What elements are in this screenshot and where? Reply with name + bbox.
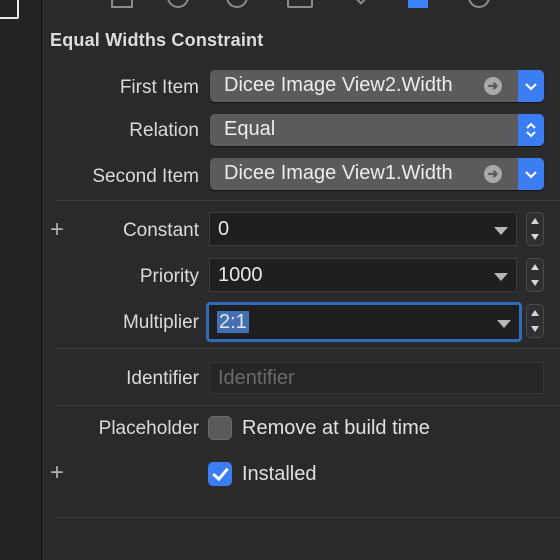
editor-gutter [0,0,42,560]
priority-value: 1000 [218,264,263,286]
window-corner [0,0,19,19]
priority-label: Priority [139,266,199,287]
dropdown-caret-icon[interactable] [494,227,508,235]
chevron-down-icon[interactable] [518,158,544,190]
constant-value: 0 [218,218,230,240]
relation-label: Relation [129,120,199,141]
dropdown-caret-icon[interactable] [497,320,511,328]
priority-combobox[interactable]: 1000 [209,258,517,292]
divider [56,348,560,349]
size-inspector-icon[interactable] [408,0,428,8]
constant-label: Constant [122,220,199,241]
inspector-toolbar [42,0,560,14]
identifier-label: Identifier [126,368,199,389]
relation-popup[interactable]: Equal [210,114,544,146]
size-inspector-panel: Equal Widths Constraint First Item Dicee… [42,0,560,560]
identifier-input[interactable] [210,363,543,393]
first-item-popup[interactable]: Dicee Image View2.Width ➜ [210,70,544,102]
remove-at-build-checkbox[interactable] [208,416,232,440]
file-icon[interactable] [111,0,133,8]
identifier-field-wrap [209,362,544,394]
installed-label[interactable]: Installed [242,463,317,486]
multiplier-combobox[interactable]: 2:1 [206,302,522,342]
priority-stepper[interactable] [526,258,544,292]
add-variation-icon[interactable]: + [50,218,64,242]
multiplier-stepper[interactable] [526,304,544,338]
go-to-arrow-icon[interactable]: ➜ [484,77,502,95]
ruler-icon[interactable] [348,0,374,5]
connections-icon[interactable] [468,0,490,8]
constant-combobox[interactable]: 0 [209,212,517,246]
section-title: Equal Widths Constraint [50,30,264,50]
divider [56,405,560,406]
up-down-chevron-icon[interactable] [518,114,544,146]
help-circle-icon[interactable] [167,0,189,8]
attributes-icon[interactable] [287,0,313,8]
placeholder-label: Placeholder [98,418,199,439]
multiplier-label: Multiplier [122,312,199,333]
chevron-down-icon[interactable] [518,70,544,102]
first-item-value: Dicee Image View2.Width [224,74,453,96]
dropdown-caret-icon[interactable] [494,273,508,281]
divider [56,517,560,518]
second-item-label: Second Item [92,166,199,187]
go-to-arrow-icon[interactable]: ➜ [484,165,502,183]
installed-checkbox[interactable] [208,462,232,486]
second-item-value: Dicee Image View1.Width [224,162,453,184]
second-item-popup[interactable]: Dicee Image View1.Width ➜ [210,158,544,190]
constant-stepper[interactable] [526,212,544,246]
multiplier-value[interactable]: 2:1 [217,311,249,333]
add-installed-variation-icon[interactable]: + [50,461,64,485]
identity-circle-icon[interactable] [226,0,248,8]
divider [56,200,560,201]
relation-value: Equal [224,118,276,140]
multiplier-value-wrap: 2:1 [217,311,249,334]
remove-at-build-label[interactable]: Remove at build time [242,417,430,440]
first-item-label: First Item [119,77,199,98]
